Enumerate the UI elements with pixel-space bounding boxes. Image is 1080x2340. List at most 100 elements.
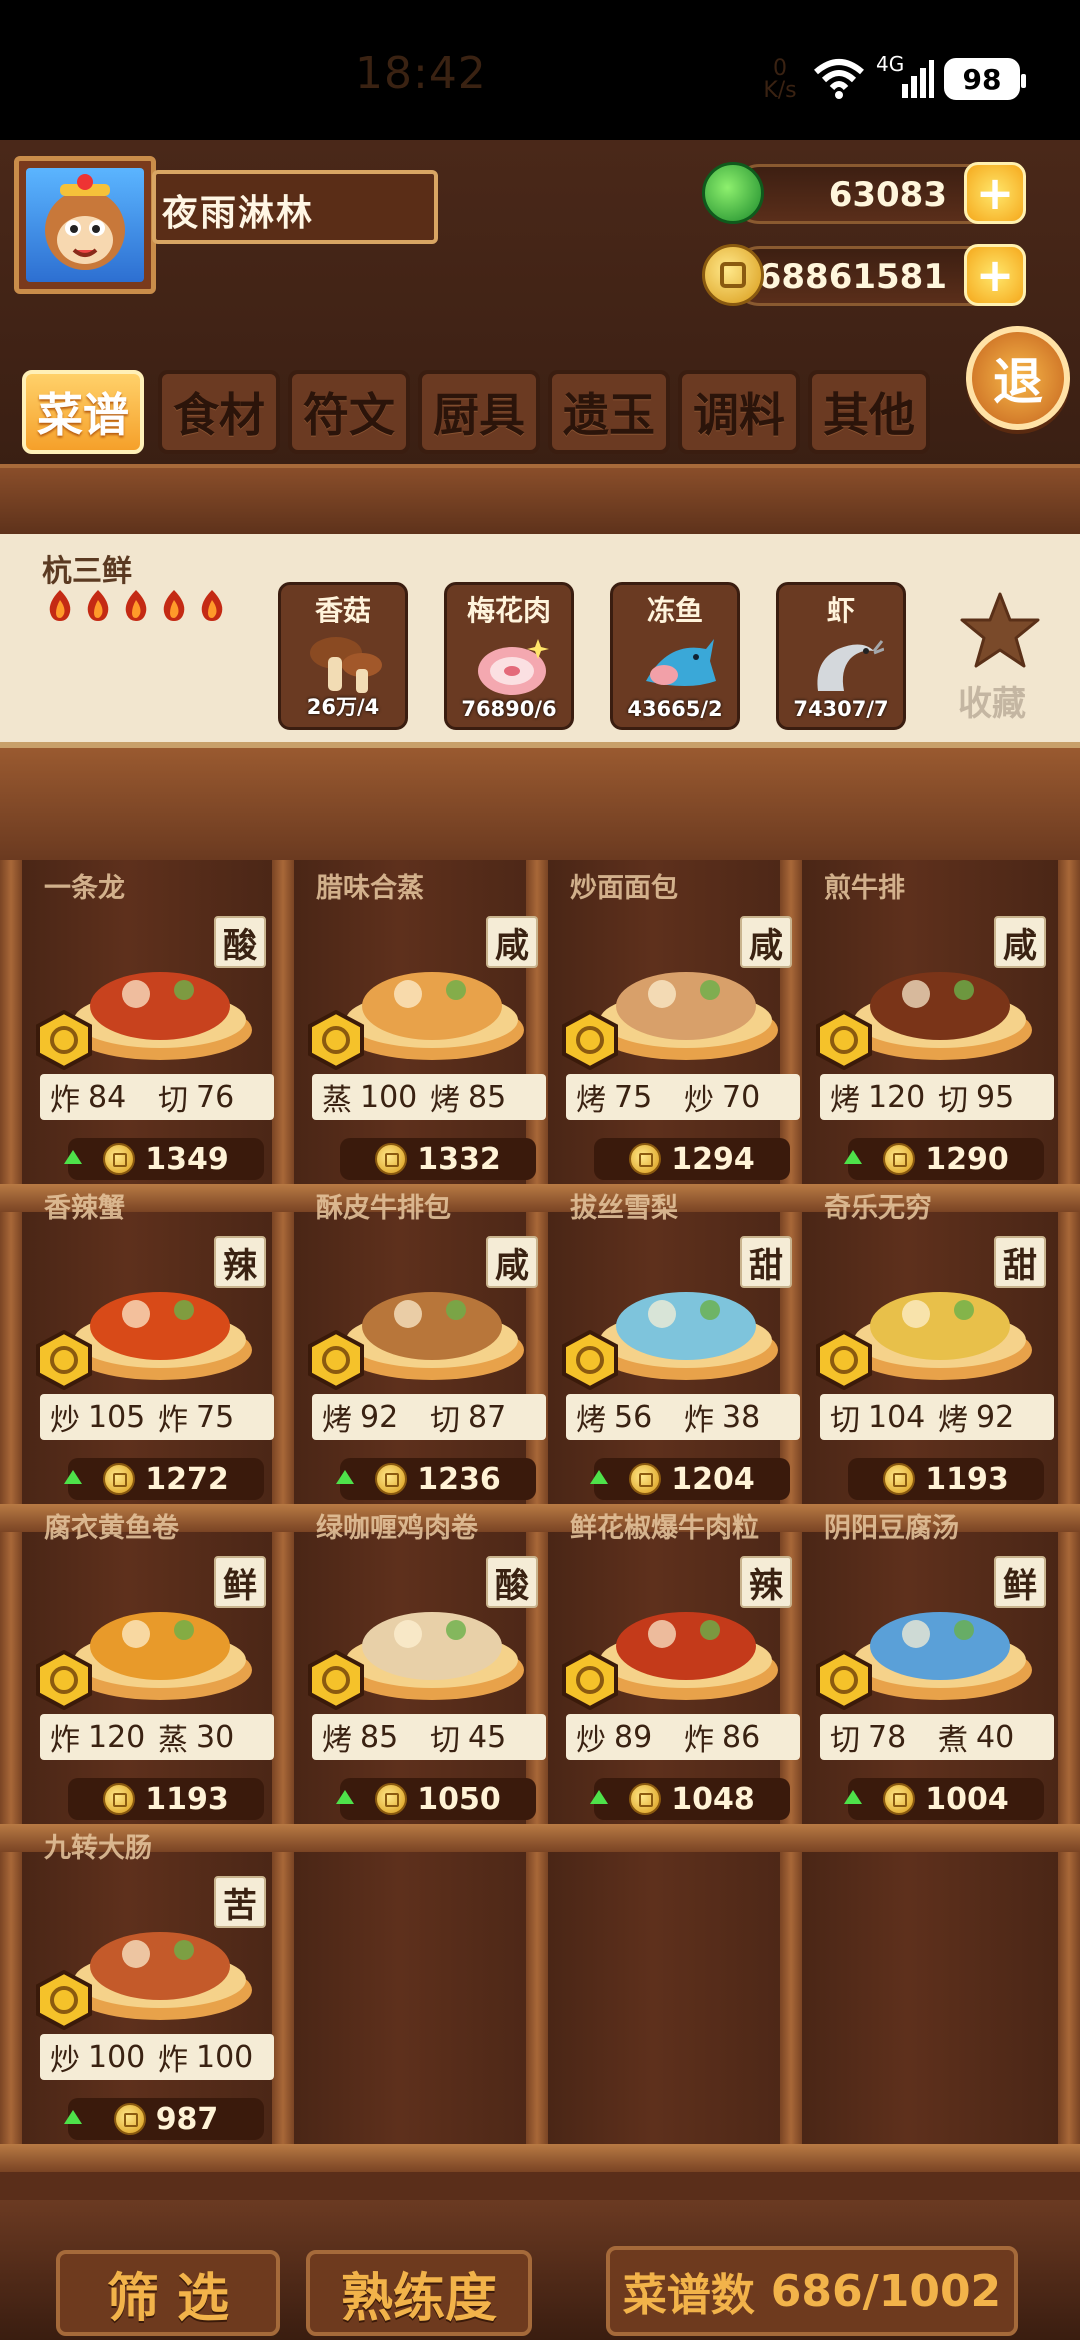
skill-requirements: 切 78 煮 40 (820, 1714, 1054, 1760)
skill-requirements: 烤 92 切 87 (312, 1394, 546, 1440)
price-value: 1048 (671, 1781, 755, 1817)
add-jade-button[interactable]: + (964, 162, 1026, 224)
recipe-card[interactable]: 绿咖喱鸡肉卷酸烤 85 切 45 1050 (296, 1510, 550, 1826)
price-value: 1290 (925, 1141, 1009, 1177)
coin-icon (629, 1783, 662, 1815)
skill-requirements: 烤 85 切 45 (312, 1714, 546, 1760)
skill-value: 92 (360, 1399, 399, 1435)
taste-badge: 酸 (214, 916, 266, 968)
recipe-price: 1204 (590, 1458, 790, 1500)
jade-amount: 63083 (828, 175, 947, 215)
skill-type: 烤 (938, 1403, 968, 1438)
ingredient-slot[interactable]: 香菇 26万/4 (278, 582, 408, 730)
monkey-avatar-icon (45, 174, 125, 270)
ingredient-slot[interactable]: 梅花肉 76890/6 (444, 582, 574, 730)
taste-badge: 酸 (486, 1556, 538, 1608)
ingredient-name: 冻鱼 (646, 594, 703, 627)
skill-requirements: 烤 120 切 95 (820, 1074, 1054, 1120)
recipe-count: 菜谱数 686/1002 (606, 2246, 1018, 2336)
recipe-card[interactable]: 煎牛排咸烤 120 切 95 1290 (804, 870, 1058, 1186)
battery-indicator: 98 (944, 58, 1026, 100)
recipe-name: 腊味合蒸 (316, 873, 424, 904)
tab-runes[interactable]: 符文 (288, 370, 410, 454)
recipe-name: 九转大肠 (44, 1833, 152, 1864)
coin-icon (103, 1143, 136, 1175)
recipe-card[interactable]: 炒面面包咸烤 75 炒 70 1294 (550, 870, 804, 1186)
taste-badge: 鲜 (994, 1556, 1046, 1608)
tab-seasoning[interactable]: 调料 (678, 370, 800, 454)
skill-value: 100 (196, 2039, 254, 2075)
rank-medal-icon (816, 1330, 872, 1390)
skill-value: 70 (722, 1079, 761, 1115)
skill-type: 炸 (50, 1083, 80, 1118)
skill-type: 切 (430, 1723, 460, 1758)
proficiency-button[interactable]: 熟练度 (306, 2250, 532, 2336)
skill-type: 炒 (50, 1403, 80, 1438)
recipe-card[interactable]: 拔丝雪梨甜烤 56 炸 38 1204 (550, 1190, 804, 1506)
coin-icon (103, 1463, 136, 1495)
price-value: 1050 (417, 1781, 501, 1817)
price-up-icon (590, 1790, 608, 1804)
price-up-icon (64, 1150, 82, 1164)
fish-icon (646, 639, 716, 686)
recipe-name: 绿咖喱鸡肉卷 (316, 1513, 478, 1544)
skill-value: 85 (468, 1079, 507, 1115)
skill-requirements: 炸 84 切 76 (40, 1074, 274, 1120)
flame-icon (87, 590, 109, 621)
recipe-card[interactable]: 腐衣黄鱼卷鲜炸 120 蒸 30 1193 (24, 1510, 278, 1826)
tab-ingredients[interactable]: 食材 (158, 370, 280, 454)
coin-amount: 68861581 (757, 257, 947, 297)
coin-icon (629, 1463, 662, 1495)
price-value: 1294 (671, 1141, 755, 1177)
recipe-card[interactable]: 腊味合蒸咸蒸 100 烤 85 1332 (296, 870, 550, 1186)
recipe-name: 香辣蟹 (44, 1193, 125, 1224)
skill-requirements: 炒 105 炸 75 (40, 1394, 274, 1440)
tab-jade[interactable]: 遗玉 (548, 370, 670, 454)
price-up-icon (844, 1150, 862, 1164)
ingredient-slot[interactable]: 虾 74307/7 (776, 582, 906, 730)
pork-icon (478, 639, 549, 695)
avatar[interactable] (26, 168, 144, 282)
recipe-price: 1349 (64, 1138, 264, 1180)
recipe-card[interactable]: 酥皮牛排包咸烤 92 切 87 1236 (296, 1190, 550, 1506)
flame-icon (163, 590, 185, 621)
recipe-card[interactable]: 香辣蟹辣炒 105 炸 75 1272 (24, 1190, 278, 1506)
price-up-icon (64, 1470, 82, 1484)
net-speed-value: 0 (773, 56, 787, 81)
recipe-name: 炒面面包 (570, 873, 678, 904)
flame-icon (125, 590, 147, 621)
taste-badge: 鲜 (214, 1556, 266, 1608)
clock: 18:42 (355, 48, 487, 99)
favorite-label[interactable]: 收藏 (958, 676, 1026, 725)
skill-type: 切 (830, 1723, 860, 1758)
net-speed-unit: K/s (763, 78, 797, 103)
price-value: 1332 (417, 1141, 501, 1177)
player-name: 夜雨淋林 (162, 193, 315, 234)
recipe-card[interactable]: 九转大肠苦炒 100 炸 100 987 (24, 1830, 278, 2146)
recipe-name: 拔丝雪梨 (570, 1193, 678, 1224)
taste-badge: 咸 (486, 916, 538, 968)
skill-requirements: 炸 120 蒸 30 (40, 1714, 274, 1760)
rank-medal-icon (308, 1010, 364, 1070)
recipe-card[interactable]: 鲜花椒爆牛肉粒辣炒 89 炸 86 1048 (550, 1510, 804, 1826)
filter-button[interactable]: 筛 选 (56, 2250, 280, 2336)
recipe-price: 1290 (844, 1138, 1044, 1180)
recipe-price: 1294 (594, 1138, 790, 1180)
favorite-star-icon[interactable] (958, 590, 1042, 670)
recipe-card[interactable]: 一条龙酸炸 84 切 76 1349 (24, 870, 278, 1186)
flame-icon (49, 590, 71, 621)
ingredient-slot[interactable]: 冻鱼 43665/2 (610, 582, 740, 730)
tab-other[interactable]: 其他 (808, 370, 930, 454)
recipe-card[interactable]: 阴阳豆腐汤鲜切 78 煮 40 1004 (804, 1510, 1058, 1826)
rank-medal-icon (816, 1010, 872, 1070)
tab-cookware[interactable]: 厨具 (418, 370, 540, 454)
add-coins-button[interactable]: + (964, 244, 1026, 306)
skill-type: 蒸 (158, 1723, 188, 1758)
skill-type: 切 (158, 1083, 188, 1118)
tab-recipes[interactable]: 菜谱 (22, 370, 144, 454)
exit-button[interactable]: 退 (966, 326, 1070, 430)
skill-type: 煮 (938, 1723, 968, 1758)
skill-type: 烤 (830, 1083, 860, 1118)
price-value: 1204 (671, 1461, 755, 1497)
recipe-card[interactable]: 奇乐无穷甜切 104 烤 92 1193 (804, 1190, 1058, 1506)
